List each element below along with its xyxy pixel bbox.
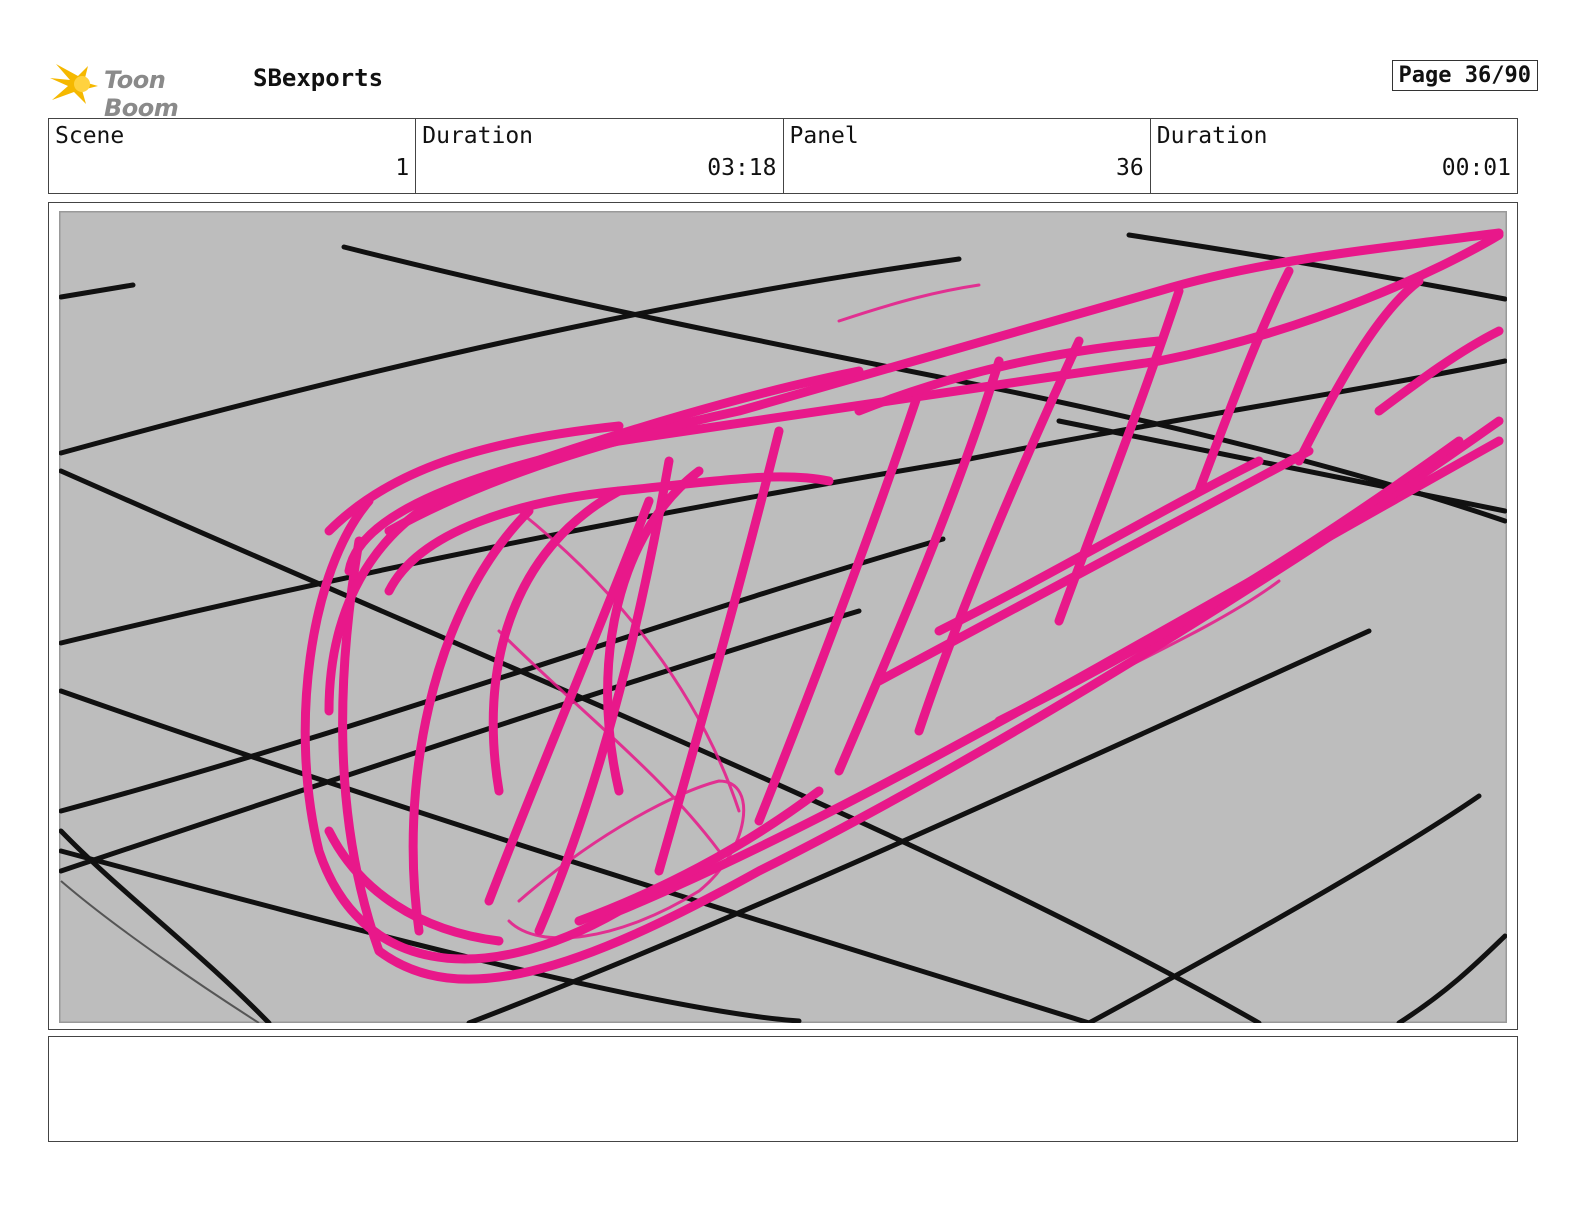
panel-cell: Panel 36 [784, 119, 1151, 193]
panel-duration-value: 00:01 [1441, 155, 1511, 181]
panel-duration-label: Duration [1156, 123, 1268, 149]
page-header: Toon Boom SBexports Page 36/90 [48, 52, 1538, 122]
drawing-canvas [59, 211, 1507, 1023]
panel-info-bar: Scene 1 Duration 03:18 Panel 36 Duration… [48, 118, 1518, 194]
panel-notes-box[interactable] [48, 1036, 1518, 1142]
panel-value: 36 [1116, 155, 1144, 181]
scene-duration-cell: Duration 03:18 [416, 119, 784, 193]
scene-duration-value: 03:18 [707, 155, 777, 181]
storyboard-panel-frame [48, 202, 1518, 1030]
panel-drawing [59, 211, 1507, 1023]
logo-wordmark: Toon Boom [104, 66, 179, 122]
scene-cell: Scene 1 [49, 119, 417, 193]
scene-duration-label: Duration [422, 123, 534, 149]
panel-label: Panel [789, 123, 859, 149]
page-indicator: Page 36/90 [1391, 60, 1538, 91]
panel-duration-cell: Duration 00:01 [1151, 119, 1517, 193]
toon-boom-logo: Toon Boom [48, 56, 238, 122]
scene-label: Scene [55, 123, 125, 149]
scene-value: 1 [395, 155, 410, 181]
project-title: SBexports [253, 64, 384, 92]
